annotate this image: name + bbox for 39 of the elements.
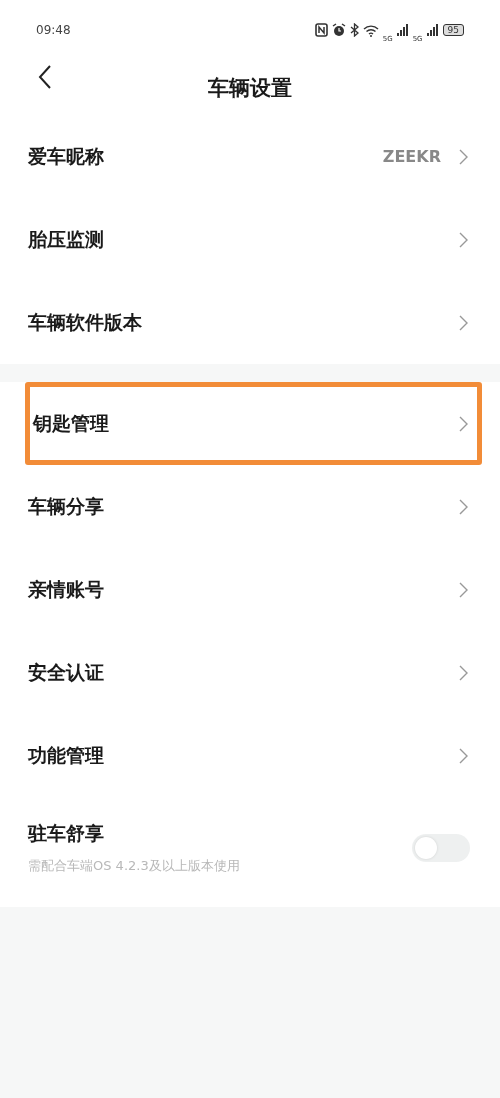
status-time: 09:48 — [36, 23, 71, 37]
chevron-icon — [459, 581, 468, 598]
row-label: 驻车舒享 — [28, 821, 105, 846]
nfc-icon — [314, 23, 328, 37]
chevron-icon — [459, 415, 468, 432]
row-label: 车辆分享 — [28, 493, 105, 519]
row-label: 胎压监测 — [28, 226, 105, 252]
settings-row[interactable]: 驻车舒享 需配合车端OS 4.2.3及以上版本使用 — [0, 797, 500, 907]
settings-row[interactable]: 胎压监测 — [0, 198, 500, 281]
signal-icon — [426, 24, 439, 36]
alarm-icon — [331, 23, 346, 37]
toggle-switch[interactable] — [412, 834, 470, 862]
chevron-icon — [459, 314, 468, 331]
chevron-icon — [459, 664, 468, 681]
bluetooth-icon — [349, 23, 359, 37]
settings-row[interactable]: 车辆软件版本 — [0, 281, 500, 364]
chevron-icon — [459, 747, 468, 764]
row-label: 功能管理 — [28, 742, 105, 768]
page-title: 车辆设置 — [208, 74, 292, 102]
settings-row[interactable]: 安全认证 — [0, 631, 500, 714]
row-hint: 需配合车端OS 4.2.3及以上版本使用 — [28, 857, 241, 875]
row-label: 亲情账号 — [28, 576, 105, 602]
chevron-icon — [459, 498, 468, 515]
settings-row[interactable]: 钥匙管理 — [25, 382, 482, 465]
chevron-icon — [459, 148, 468, 165]
row-label: 爱车昵称 — [28, 143, 105, 169]
back-icon[interactable] — [38, 65, 52, 89]
chevron-icon — [459, 231, 468, 248]
settings-row[interactable]: 爱车昵称 ZEEKR — [0, 115, 500, 198]
wifi-icon — [362, 23, 379, 37]
row-label: 钥匙管理 — [33, 410, 110, 436]
battery-level: 95 — [442, 24, 464, 36]
row-label: 车辆软件版本 — [28, 309, 143, 335]
signal-icon — [396, 24, 409, 36]
settings-row[interactable]: 功能管理 — [0, 714, 500, 797]
settings-row[interactable]: 车辆分享 — [0, 465, 500, 548]
row-value: ZEEKR — [382, 147, 441, 166]
settings-row[interactable]: 亲情账号 — [0, 548, 500, 631]
row-label: 安全认证 — [28, 659, 105, 685]
